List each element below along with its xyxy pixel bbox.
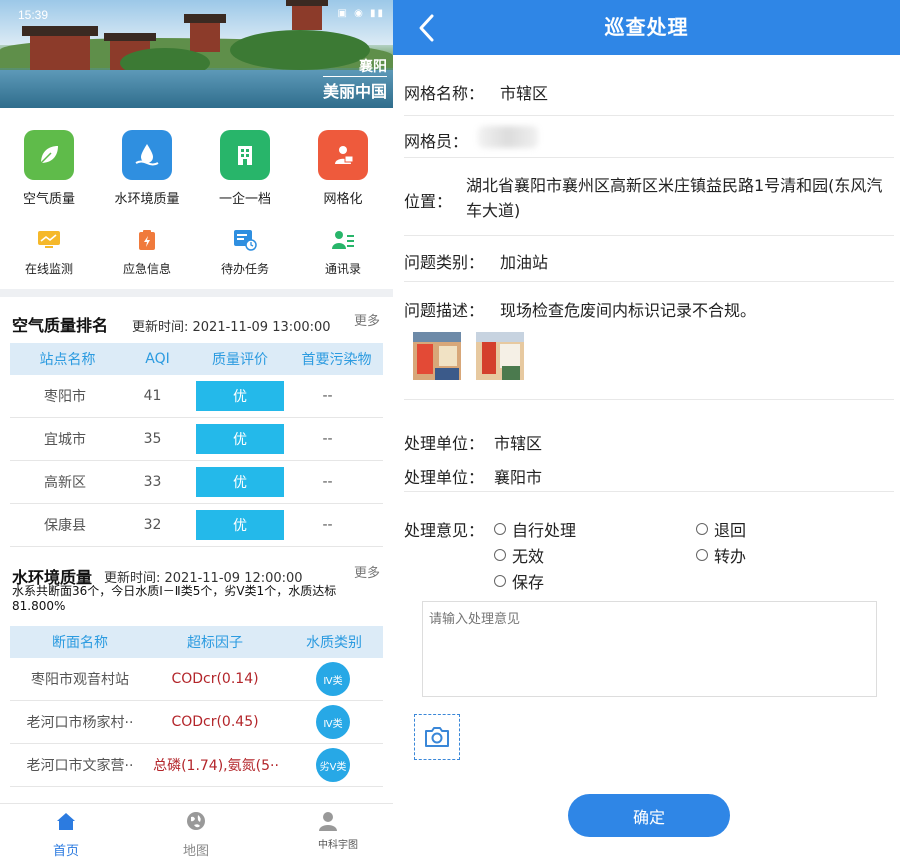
water-class-badge: Ⅳ类 [316,662,350,696]
home-screen: 15:39 ▣ ◉ ▮▮ 襄阳 美丽中国 空气质量 水环境质量 一企一档 网格化… [0,0,393,861]
user-icon [319,812,337,831]
air-table-header: 站点名称 AQI 质量评价 首要污染物 [10,343,383,375]
issue-photo[interactable] [476,332,524,380]
app-water-quality[interactable]: 水环境质量 [98,118,196,207]
tool-pending-tasks[interactable]: 待办任务 [196,222,294,277]
nav-home[interactable]: 首页 [16,810,116,859]
description-value: 现场检查危废间内标识记录不合规。 [500,301,757,320]
grade-badge: 优 [196,467,284,497]
banner-city: 襄阳 [359,59,387,75]
task-clock-icon [233,228,257,252]
water-col-section: 断面名称 [52,635,108,651]
confirm-button[interactable]: 确定 [568,794,730,837]
unit1-row: 处理单位： 市辖区 [404,422,894,458]
table-row[interactable]: 高新区 33 优 -- [10,461,383,504]
section-divider [0,289,393,297]
camera-icon [425,727,449,747]
radio-return[interactable]: 退回 [696,517,746,541]
leaf-icon [24,130,74,180]
radio-save[interactable]: 保存 [494,569,544,593]
grade-badge: 优 [196,424,284,454]
table-row[interactable]: 老河口市文家营·· 总磷(1.74),氨氮(5·· 劣Ⅴ类 [10,744,383,787]
building-icon [220,130,270,180]
table-row[interactable]: 宜城市 35 优 -- [10,418,383,461]
person-card-icon [318,130,368,180]
city-banner[interactable]: 15:39 ▣ ◉ ▮▮ 襄阳 美丽中国 [0,0,393,108]
nav-map[interactable]: 地图 [146,810,246,859]
radio-invalid[interactable]: 无效 [494,543,544,567]
table-row[interactable]: 老河口市杨家村·· CODcr(0.45) Ⅳ类 [10,701,383,744]
table-row[interactable]: 枣阳市观音村站 CODcr(0.14) Ⅳ类 [10,658,383,701]
water-class-badge: 劣Ⅴ类 [316,748,350,782]
table-row[interactable]: 枣阳市 41 优 -- [10,375,383,418]
air-more-link[interactable]: 更多 [354,310,380,329]
status-time: 15:39 [18,8,49,22]
status-icons: ▣ ◉ ▮▮ [337,8,385,19]
category-value: 加油站 [500,253,549,272]
water-class-badge: Ⅳ类 [316,705,350,739]
main-app-grid: 空气质量 水环境质量 一企一档 网格化 [0,118,393,218]
grid-name-row: 网格名称： 市辖区 [404,70,894,116]
water-drop-icon [122,130,172,180]
grade-badge: 优 [196,510,284,540]
location-row: 位置： 湖北省襄阳市襄州区高新区米庄镇益民路1号清和园(东风汽车大道) [404,158,894,236]
water-col-class: 水质类别 [306,635,362,651]
app-enterprise-file[interactable]: 一企一档 [196,118,294,207]
unit1-value: 市辖区 [494,434,543,453]
tool-contacts[interactable]: 通讯录 [294,222,392,277]
contacts-icon [331,228,355,252]
water-more-link[interactable]: 更多 [354,562,380,581]
air-col-aqi: AQI [145,351,170,367]
banner-badge: 襄阳 美丽中国 [322,56,387,102]
home-icon [57,813,75,830]
watermark: 中科宇图 [318,840,358,851]
header-bar: 巡查处理 [393,0,900,55]
camera-upload-button[interactable] [414,714,460,760]
radio-self-handle[interactable]: 自行处理 [494,517,576,541]
banner-slogan: 美丽中国 [322,76,387,102]
page-title: 巡查处理 [604,15,689,39]
issue-photo[interactable] [413,332,461,380]
opinion-textarea[interactable] [422,601,877,697]
app-air-quality[interactable]: 空气质量 [0,118,98,207]
grade-badge: 优 [196,381,284,411]
air-col-station: 站点名称 [39,352,96,368]
location-value: 湖北省襄阳市襄州区高新区米庄镇益民路1号清和园(东风汽车大道) [466,176,883,220]
monitor-chart-icon [37,228,61,252]
back-arrow-icon[interactable] [415,12,439,44]
tool-emergency-info[interactable]: 应急信息 [98,222,196,277]
air-update-time: 更新时间: 2021-11-09 13:00:00 [132,320,331,335]
bottom-nav: 首页 地图 [0,803,393,861]
table-row[interactable]: 保康县 32 优 -- [10,504,383,547]
inspection-screen: 巡查处理 网格名称： 市辖区 网格员： 位置： 湖北省襄阳市襄州区高新区米庄镇益… [393,0,900,861]
air-col-pollutant: 首要污染物 [301,352,372,368]
category-row: 问题类别： 加油站 [404,236,894,282]
opinion-label: 处理意见： [404,521,485,540]
air-ranking-title: 空气质量排名 [12,316,109,335]
water-col-factor: 超标因子 [187,635,243,651]
tool-grid: 在线监测 应急信息 待办任务 通讯录 [0,222,393,282]
radio-transfer[interactable]: 转办 [696,543,746,567]
redacted-name [478,126,538,148]
app-grid-management[interactable]: 网格化 [294,118,392,207]
emergency-clipboard-icon [135,228,159,252]
water-summary: 水系共断面36个，今日水质Ⅰ－Ⅱ类5个，劣V类1个，水质达标81.800% [12,584,337,613]
grid-name-value: 市辖区 [500,84,549,103]
map-globe-icon [187,812,205,830]
water-table-header: 断面名称 超标因子 水质类别 [10,626,383,658]
unit2-value: 襄阳市 [494,468,543,487]
tool-online-monitoring[interactable]: 在线监测 [0,222,98,277]
unit2-row: 处理单位： 襄阳市 [404,458,894,492]
air-col-grade: 质量评价 [212,352,268,368]
